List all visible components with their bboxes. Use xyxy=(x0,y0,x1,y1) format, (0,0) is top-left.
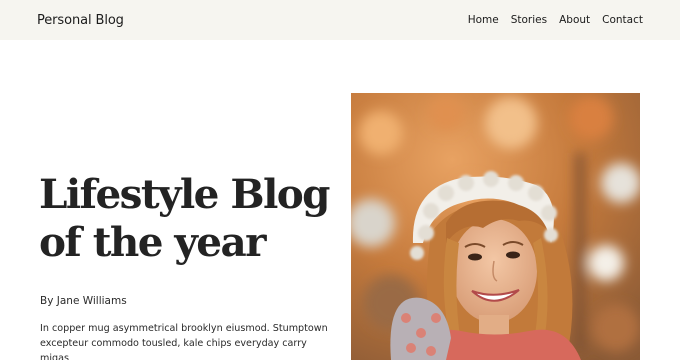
post-excerpt: In copper mug asymmetrical brooklyn eius… xyxy=(40,323,328,360)
nav-link-stories[interactable]: Stories xyxy=(511,14,547,26)
portrait-photo xyxy=(351,93,640,360)
hero-title-line-1: Lifestyle Blog xyxy=(39,170,331,218)
hero-title: Lifestyle Blog of the year xyxy=(39,170,339,266)
post-byline: By Jane Williams xyxy=(40,295,127,307)
nav-link-about[interactable]: About xyxy=(559,14,590,26)
site-header: Personal Blog Home Stories About Contact xyxy=(0,0,680,40)
hero-title-line-2: of the year xyxy=(39,218,266,266)
nav-link-home[interactable]: Home xyxy=(468,14,499,26)
site-title[interactable]: Personal Blog xyxy=(37,13,124,28)
nav-link-contact[interactable]: Contact xyxy=(602,14,643,26)
main-nav: Home Stories About Contact xyxy=(468,14,643,26)
hero-image xyxy=(351,93,640,360)
